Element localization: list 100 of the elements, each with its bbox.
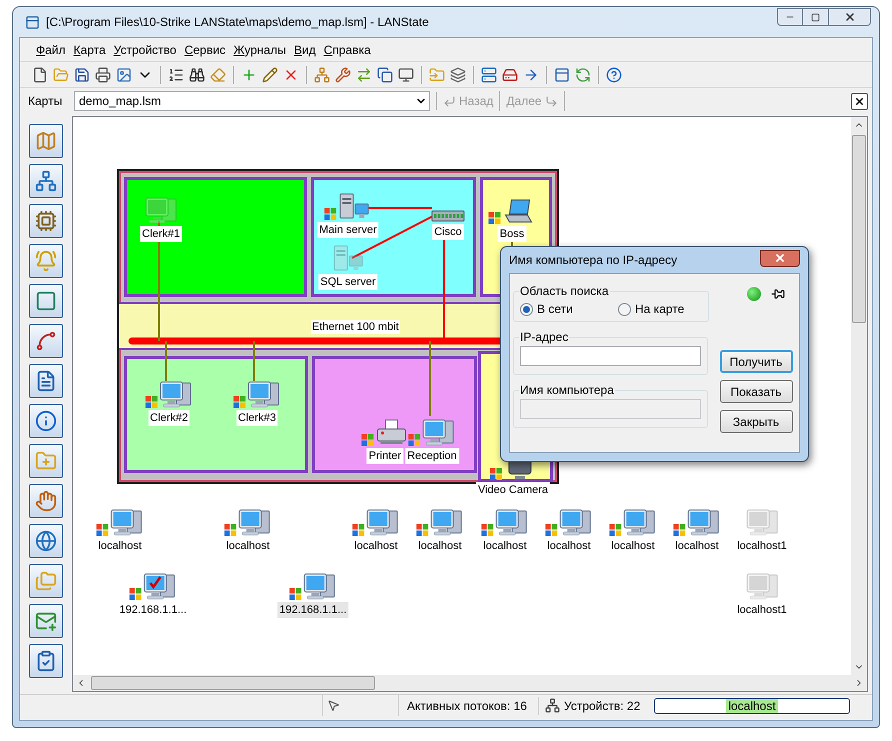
tool-button[interactable] bbox=[29, 564, 63, 598]
menu-item[interactable]: Справка bbox=[320, 40, 375, 58]
menu-item[interactable]: Журналы bbox=[230, 40, 290, 58]
horizontal-scrollbar[interactable] bbox=[73, 675, 867, 691]
device-label[interactable]: Clerk#2 bbox=[148, 410, 190, 426]
edit-icon[interactable] bbox=[262, 66, 278, 82]
menu-item[interactable]: Сервис bbox=[180, 40, 230, 58]
cursor-icon bbox=[327, 699, 340, 712]
refresh-icon[interactable] bbox=[575, 66, 591, 82]
menu-item[interactable]: Вид bbox=[290, 40, 320, 58]
radio-button[interactable] bbox=[520, 302, 533, 316]
maps-label: Карты bbox=[28, 93, 64, 110]
device-label[interactable]: Clerk#3 bbox=[236, 410, 278, 426]
picture-icon[interactable] bbox=[116, 66, 132, 82]
ip-address-field[interactable] bbox=[520, 346, 701, 366]
tool-button[interactable] bbox=[29, 204, 63, 238]
segment-label: Ethernet 100 mbit bbox=[311, 320, 400, 334]
close-icon bbox=[844, 11, 856, 23]
tool-button[interactable] bbox=[29, 444, 63, 478]
tool-button[interactable] bbox=[29, 324, 63, 358]
tool-button[interactable] bbox=[29, 124, 63, 158]
close-button[interactable] bbox=[851, 92, 868, 110]
device-label[interactable]: Cisco bbox=[432, 224, 464, 240]
map-icon bbox=[35, 130, 57, 152]
app-icon bbox=[25, 14, 40, 30]
group-label: IP-адрес bbox=[519, 329, 570, 346]
tool-button[interactable] bbox=[29, 244, 63, 278]
scroll-thumb[interactable] bbox=[91, 676, 375, 690]
radio-button[interactable] bbox=[618, 302, 631, 316]
list-icon[interactable] bbox=[168, 66, 184, 82]
close-button[interactable] bbox=[829, 8, 871, 26]
radio-label[interactable]: В сети bbox=[537, 300, 573, 318]
new-file-icon[interactable] bbox=[32, 66, 48, 82]
save-icon[interactable] bbox=[74, 66, 90, 82]
connection-line bbox=[253, 341, 255, 381]
globe-icon bbox=[35, 530, 57, 552]
folder-icon bbox=[35, 450, 57, 472]
maximize-button[interactable] bbox=[803, 8, 829, 26]
bell-icon bbox=[35, 250, 57, 272]
devices-icon bbox=[545, 698, 560, 713]
window-title: [C:\Program Files\10-Strike LANState\maps\demo_map.lsm] - LANState bbox=[46, 14, 430, 31]
document-icon bbox=[35, 370, 57, 392]
wrench-icon[interactable] bbox=[335, 66, 351, 82]
folders-icon bbox=[35, 570, 57, 592]
scroll-thumb[interactable] bbox=[852, 135, 866, 323]
tool-button[interactable] bbox=[29, 644, 63, 678]
menu-item[interactable]: Устройство bbox=[110, 40, 180, 58]
drive-icon[interactable] bbox=[502, 66, 518, 82]
menu-item[interactable]: Карта bbox=[70, 40, 110, 58]
window-icon[interactable] bbox=[554, 66, 570, 82]
status-host-field: localhost bbox=[654, 698, 850, 714]
pin-icon[interactable] bbox=[771, 287, 785, 301]
dialog-button[interactable]: Закрыть bbox=[720, 410, 792, 433]
menu-item[interactable]: Файл bbox=[32, 40, 70, 58]
transfer-icon[interactable] bbox=[356, 66, 372, 82]
device-label[interactable]: Reception bbox=[405, 448, 459, 464]
copy-icon[interactable] bbox=[377, 66, 393, 82]
hand-icon bbox=[35, 490, 57, 512]
devices-count-text: Устройств: 22 bbox=[564, 698, 640, 714]
mail-icon bbox=[35, 610, 57, 632]
add-icon[interactable] bbox=[241, 66, 257, 82]
maximize-icon bbox=[811, 12, 820, 22]
tool-button[interactable] bbox=[29, 164, 63, 198]
tool-button[interactable] bbox=[29, 524, 63, 558]
active-threads-text: Активных потоков: 16 bbox=[399, 696, 539, 714]
help-icon[interactable] bbox=[606, 66, 622, 82]
device-label[interactable]: 192.168.1.1... bbox=[277, 602, 349, 618]
dialog-button[interactable]: Показать bbox=[720, 380, 792, 403]
close-button[interactable] bbox=[760, 250, 800, 266]
tool-button[interactable] bbox=[29, 364, 63, 398]
group-label: Область поиска bbox=[519, 283, 610, 300]
tool-button[interactable] bbox=[29, 404, 63, 438]
vertical-scrollbar[interactable] bbox=[851, 117, 867, 675]
map-select[interactable]: demo_map.lsm bbox=[74, 91, 430, 111]
server-icon[interactable] bbox=[481, 66, 497, 82]
close-icon bbox=[854, 96, 865, 106]
back-arrow-icon bbox=[443, 94, 456, 108]
forward-arrow-icon bbox=[544, 94, 558, 108]
device-label[interactable]: SQL server bbox=[318, 274, 378, 290]
checklist-icon bbox=[35, 650, 57, 672]
dialog-button[interactable]: Получить bbox=[720, 350, 792, 373]
search-icon[interactable] bbox=[189, 66, 205, 82]
device-label[interactable]: Clerk#1 bbox=[140, 226, 182, 242]
layers-icon[interactable] bbox=[450, 66, 466, 82]
tool-button[interactable] bbox=[29, 284, 63, 318]
device-label[interactable]: Main server bbox=[317, 222, 379, 238]
tool-button[interactable] bbox=[29, 604, 63, 638]
tool-button[interactable] bbox=[29, 484, 63, 518]
print-icon[interactable] bbox=[95, 66, 111, 82]
device-label[interactable]: Boss bbox=[498, 226, 526, 242]
monitor-icon[interactable] bbox=[398, 66, 414, 82]
dialog-title: Имя компьютера по IP-адресу bbox=[509, 252, 678, 269]
radio-label[interactable]: На карте bbox=[635, 300, 684, 318]
network-icon[interactable] bbox=[314, 66, 330, 82]
connection-line bbox=[165, 341, 167, 381]
device-label[interactable]: Printer bbox=[366, 448, 404, 464]
close-icon bbox=[774, 252, 786, 264]
network-icon bbox=[35, 170, 57, 192]
group-label: Имя компьютера bbox=[519, 382, 615, 399]
info-icon bbox=[35, 410, 57, 432]
